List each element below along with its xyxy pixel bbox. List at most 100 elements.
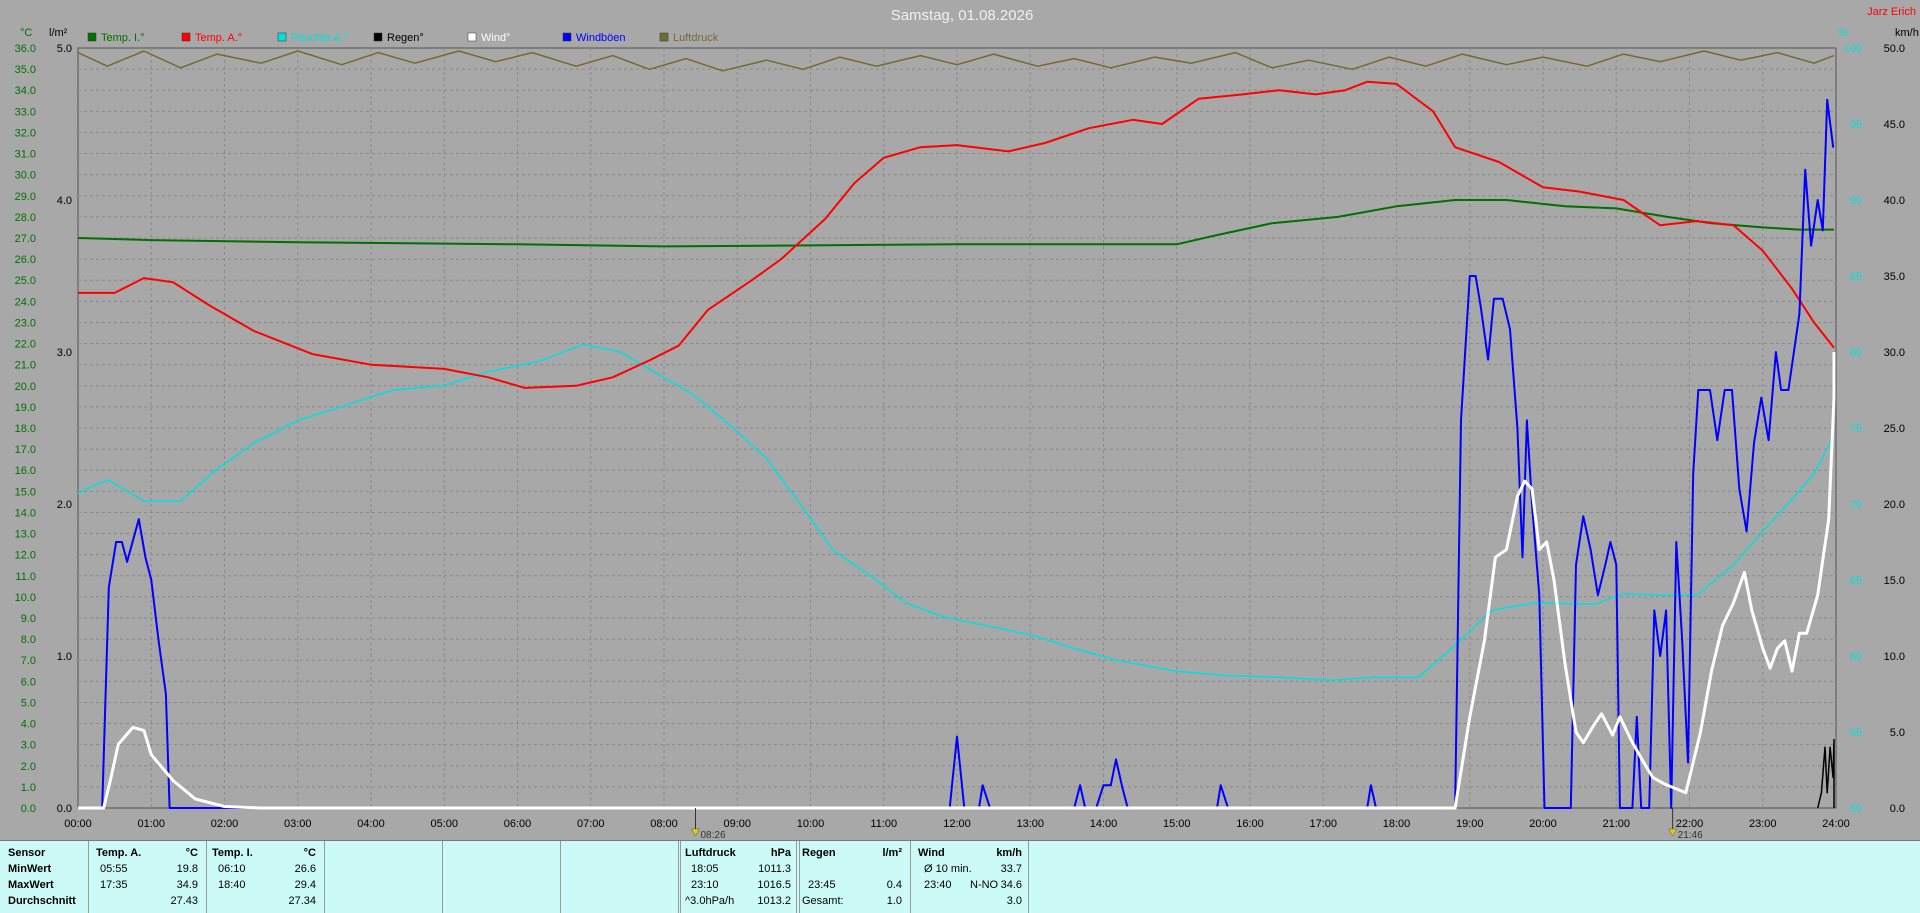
temp-tick-label: 25.0 [15,275,36,287]
time-tick-label: 13:00 [1016,818,1044,830]
wind-max-dir: N-NO [970,879,999,891]
humidity-tick-label: 60 [1850,651,1862,663]
humidity-axis-unit: % [1838,27,1848,39]
temp-tick-label: 3.0 [21,740,36,752]
time-tick-label: 12:00 [943,818,971,830]
humidity-tick-label: 65 [1850,575,1862,587]
wind-tick-label: 0.0 [1890,803,1905,815]
temp-a-avg: 27.43 [170,895,198,907]
legend-swatch [277,32,287,42]
luftdruck-max: 1016.5 [757,879,791,891]
wind-tick-label: 20.0 [1884,499,1905,511]
time-tick-label: 16:00 [1236,818,1264,830]
luftdruck-trend-label: ^3.0hPa/h [685,895,735,907]
legend-label: Feuchte A.° [291,32,348,44]
temp-tick-label: 11.0 [15,571,36,583]
time-tick-label: 20:00 [1529,818,1557,830]
time-tick-label: 15:00 [1163,818,1191,830]
humidity-tick-label: 85 [1850,271,1862,283]
wind-tick-label: 50.0 [1884,43,1905,55]
temp-i-max-time: 18:40 [218,879,246,891]
luftdruck-unit: hPa [770,847,791,859]
regen-unit: l/m² [882,847,902,859]
humidity-tick-label: 90 [1850,195,1862,207]
stats-regen-column: Regen l/m² 23:45 0.4 Gesamt: 1.0 [798,841,911,913]
rain-tick-label: 5.0 [57,43,72,55]
temp-tick-label: 12.0 [15,550,36,562]
row-label-max: MaxWert [8,879,54,891]
rain-axis-unit: l/m² [49,27,68,39]
temp-tick-label: 7.0 [21,655,36,667]
series-line-regen [1816,738,1835,809]
time-tick-label: 17:00 [1309,818,1337,830]
stats-luftdruck-column: Luftdruck hPa 18:05 1011.3 23:10 1016.5 … [680,841,800,913]
luftdruck-max-time: 23:10 [691,879,719,891]
stats-empty-column-3 [560,841,679,913]
marker-arrow-icon [691,828,700,837]
legend-label: Luftdruck [673,32,719,44]
temp-tick-label: 20.0 [15,381,36,393]
time-tick-label: 21:00 [1602,818,1630,830]
temp-tick-label: 0.0 [21,803,36,815]
temp-a-min-time: 05:55 [100,863,128,875]
temp-tick-label: 36.0 [15,43,36,55]
time-tick-label: 03:00 [284,818,312,830]
axes: 0.0 1.0 2.0 3.0 4.0 5.0 6.0 7.0 8.0 9.0 10.0 11.0 12… [15,43,1905,830]
rain-tick-label: 0.0 [57,803,72,815]
wind-tick-label: 35.0 [1884,271,1905,283]
time-tick-label: 02:00 [211,818,239,830]
temp-tick-label: 13.0 [15,529,36,541]
temp-a-min: 19.8 [176,863,198,875]
temp-i-unit: °C [303,847,316,859]
time-tick-label: 23:00 [1749,818,1777,830]
wind-tick-label: 40.0 [1884,195,1905,207]
temp-tick-label: 21.0 [15,360,36,372]
marker-arrow-icon [1668,828,1678,837]
wind-axis-unit: km/h [1895,27,1919,39]
luftdruck-trend: 1013.2 [757,895,791,907]
luftdruck-min: 1011.3 [758,863,791,875]
time-tick-label: 18:00 [1383,818,1411,830]
temp-a-max-time: 17:35 [100,879,128,891]
wind-max-time: 23:40 [924,879,952,891]
temp-tick-label: 30.0 [15,170,36,182]
humidity-tick-label: 95 [1850,119,1862,131]
rain-tick-label: 1.0 [57,651,72,663]
time-tick-label: 09:00 [723,818,751,830]
time-tick-label: 08:00 [650,818,678,830]
chart-title: Samstag, 01.08.2026 [891,7,1034,24]
temp-tick-label: 5.0 [21,697,36,709]
humidity-tick-label: 80 [1850,347,1862,359]
stats-wind-column: Wind km/h Ø 10 min. 33.7 23:40 N-NO 34.6… [910,841,1029,913]
humidity-tick-label: 55 [1850,727,1862,739]
humidity-tick-label: 70 [1850,499,1862,511]
owner-label: Jarz Erich [1867,6,1916,18]
time-tick-label: 07:00 [577,818,605,830]
temp-tick-label: 16.0 [15,465,36,477]
series-line-temp-aussen [78,80,1835,389]
temp-tick-label: 1.0 [21,782,36,794]
stats-empty-column-2 [442,841,561,913]
temp-a-max: 34.9 [176,879,198,891]
temp-i-min: 26.6 [294,863,316,875]
statistics-panel: Sensor MinWert MaxWert Durchschnitt Temp… [0,840,1920,913]
humidity-tick-label: 75 [1850,423,1862,435]
time-tick-label: 05:00 [430,818,458,830]
time-tick-label: 11:00 [870,818,897,830]
temp-i-min-time: 06:10 [218,863,246,875]
legend: Temp. I.° Temp. A.° Feuchte A.° Regen° Wind°… [87,32,719,44]
series [77,50,1836,810]
wind-tick-label: 10.0 [1884,651,1905,663]
wind-header: Wind [918,847,945,859]
series-line-luftdruck [77,50,1835,72]
temp-i-header: Temp. I. [212,847,253,859]
temp-tick-label: 4.0 [21,719,36,731]
temp-tick-label: 19.0 [15,402,36,414]
temp-tick-label: 14.0 [15,507,36,519]
sensor-header: Sensor [8,847,46,859]
regen-value: 0.4 [886,879,902,891]
time-tick-label: 24:00 [1822,818,1850,830]
time-tick-label: 01:00 [137,818,165,830]
legend-label: Temp. I.° [101,32,145,44]
regen-time: 23:45 [808,879,836,891]
